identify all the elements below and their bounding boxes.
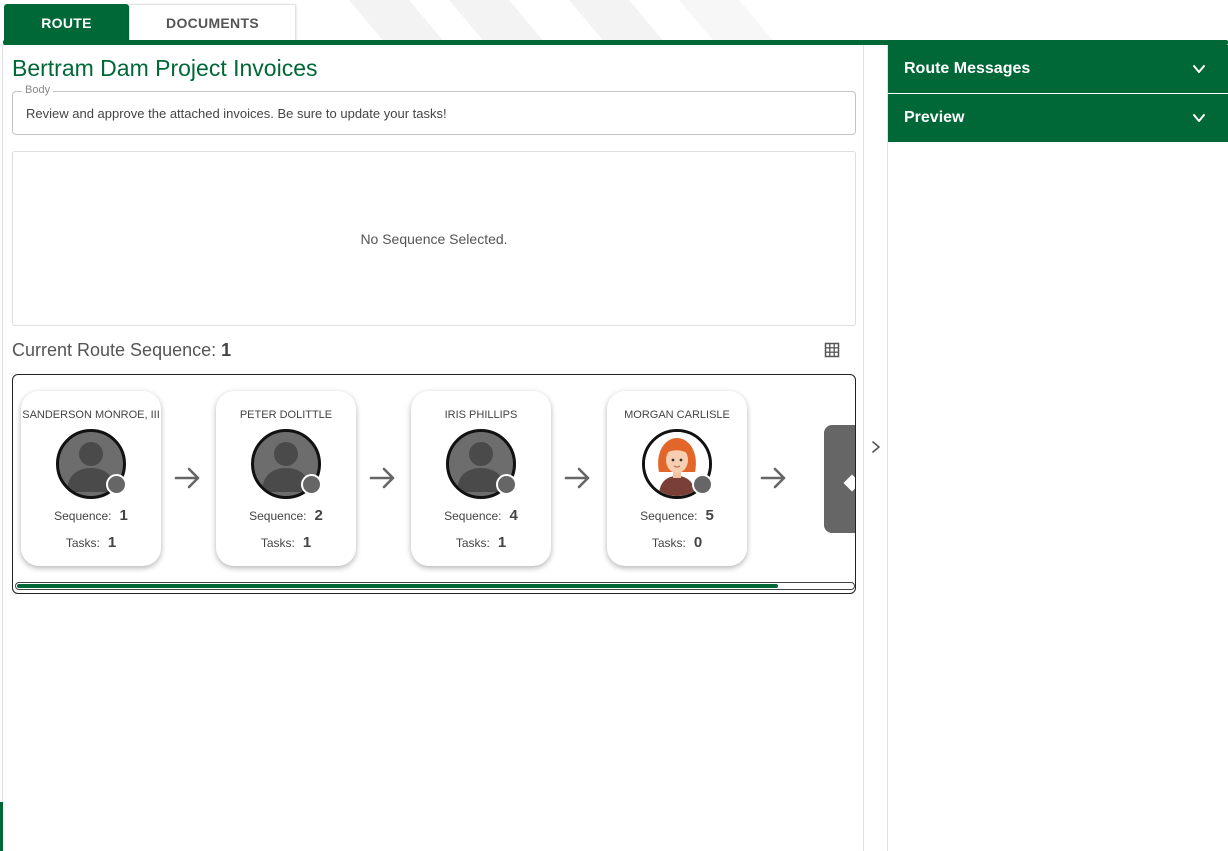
- arrow-right-icon: [174, 467, 200, 489]
- accordion-label: Route Messages: [904, 60, 1031, 77]
- accordion-route-messages[interactable]: Route Messages: [888, 45, 1228, 93]
- participant-tasks: Tasks: 0: [651, 534, 703, 551]
- participant-name: PETER DOLITTLE: [239, 409, 333, 421]
- current-route-value: 1: [221, 340, 232, 360]
- body-field-label: Body: [22, 84, 54, 96]
- page-title: Bertram Dam Project Invoices: [12, 55, 318, 81]
- current-route-label: Current Route Sequence:: [12, 340, 217, 360]
- participant-card[interactable]: SANDERSON MONROE, III Sequence: 1 Tasks: 1: [21, 391, 161, 566]
- route-scrollbar-thumb[interactable]: [17, 584, 778, 588]
- participant-sequence: Sequence: 4: [444, 507, 518, 524]
- accordion-label: Preview: [904, 109, 965, 126]
- route-sequence-strip: SANDERSON MONROE, III Sequence: 1 Tasks: 1…: [12, 374, 856, 594]
- participant-tasks: Tasks: 1: [455, 534, 507, 551]
- chevron-down-icon: [1193, 114, 1205, 122]
- body-field[interactable]: Body Review and approve the attached inv…: [12, 84, 856, 135]
- tab-route[interactable]: ROUTE: [4, 4, 129, 41]
- participant-name: SANDERSON MONROE, III: [22, 409, 160, 421]
- arrow-right-icon: [564, 467, 590, 489]
- participant-sequence: Sequence: 2: [249, 507, 323, 524]
- route-scrollbar[interactable]: [15, 582, 855, 590]
- body-field-value: Review and approve the attached invoices…: [26, 106, 447, 121]
- participant-name: IRIS PHILLIPS: [444, 409, 518, 421]
- participant-sequence: Sequence: 5: [640, 507, 714, 524]
- status-dot: [692, 474, 713, 495]
- tab-documents[interactable]: DOCUMENTS: [129, 4, 296, 41]
- participant-card[interactable]: IRIS PHILLIPS Sequence: 4 Tasks: 1: [411, 391, 551, 566]
- participant-sequence: Sequence: 1: [54, 507, 128, 524]
- current-route-sequence: Current Route Sequence: 1: [12, 340, 231, 361]
- chevron-right-icon[interactable]: [869, 440, 883, 454]
- route-main-panel: Bertram Dam Project Invoices Body Review…: [2, 45, 864, 851]
- status-dot: [301, 474, 322, 495]
- accordion-preview[interactable]: Preview: [888, 94, 1228, 142]
- grid-view-icon[interactable]: [824, 342, 840, 358]
- right-panel: Route Messages Preview: [887, 45, 1228, 851]
- status-dot: [106, 474, 127, 495]
- arrow-right-icon: [369, 467, 395, 489]
- chevron-down-icon: [1193, 65, 1205, 73]
- arrow-right-icon: [760, 467, 786, 489]
- participant-card[interactable]: MORGAN CARLISLE Sequence: 5 Tasks: 0: [607, 391, 747, 566]
- sequence-detail-panel: No Sequence Selected.: [12, 151, 856, 326]
- status-dot: [496, 474, 517, 495]
- participant-tasks: Tasks: 1: [65, 534, 117, 551]
- next-participant-card[interactable]: [824, 425, 855, 533]
- participant-card[interactable]: PETER DOLITTLE Sequence: 2 Tasks: 1: [216, 391, 356, 566]
- participant-name: MORGAN CARLISLE: [624, 409, 730, 421]
- left-accent-bar: [0, 802, 3, 851]
- participant-tasks: Tasks: 1: [260, 534, 312, 551]
- tab-bar: ROUTE DOCUMENTS: [4, 4, 296, 41]
- diamond-icon: [843, 474, 855, 492]
- no-sequence-text: No Sequence Selected.: [360, 230, 508, 247]
